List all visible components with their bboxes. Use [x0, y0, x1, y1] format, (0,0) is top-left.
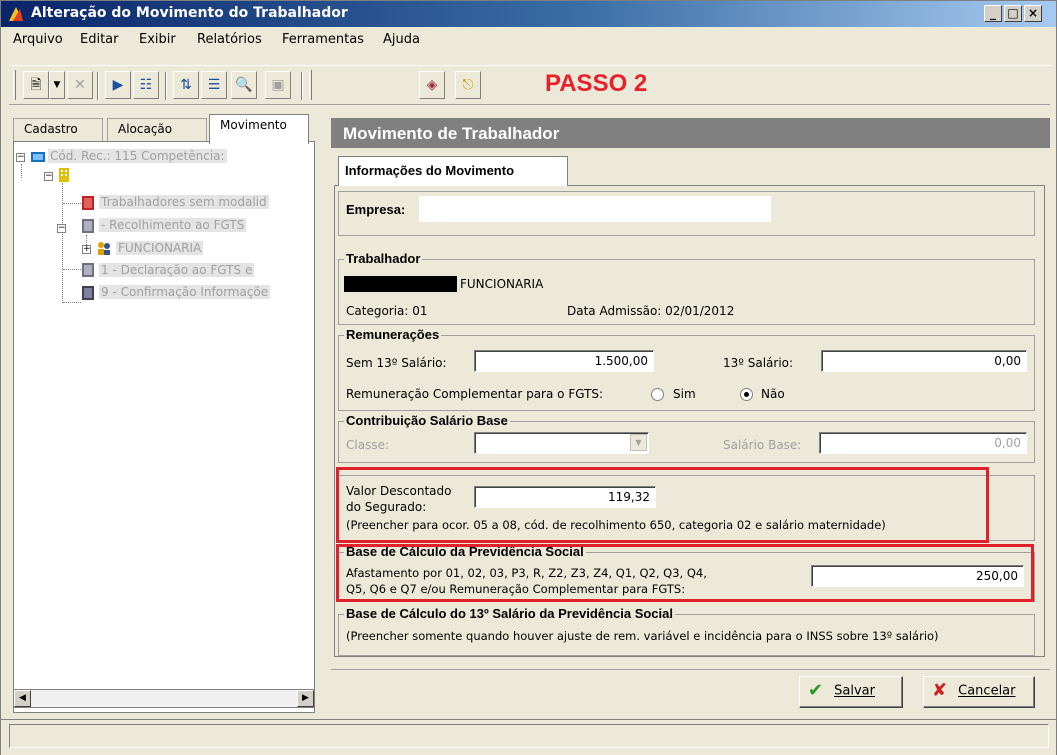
base-13-title: Base de Cálculo do 13º Salário da Previd… [344, 606, 675, 621]
save-button[interactable]: ✔ Salvar [799, 676, 903, 708]
tree-view[interactable]: − Cód. Rec.: 115 Competência: − Trabalha… [13, 141, 315, 713]
database-icon [31, 152, 45, 162]
sim-label: Sim [673, 387, 696, 401]
close-button[interactable]: × [1024, 5, 1042, 22]
trabalhador-name: FUNCIONARIA [460, 277, 544, 291]
empresa-field[interactable] [419, 196, 771, 222]
tab-movimento[interactable]: Movimento [209, 114, 309, 144]
maximize-button[interactable]: □ [1004, 5, 1022, 22]
tab-alocacao[interactable]: Alocação [107, 118, 207, 142]
toolbar-grip [309, 70, 312, 100]
book-red-icon [82, 196, 94, 210]
tree-view-icon[interactable]: ☷ [133, 71, 159, 99]
remuneracoes-title: Remunerações [344, 327, 442, 342]
collapse-icon[interactable]: − [44, 172, 53, 181]
collapse-icon[interactable]: − [16, 153, 25, 162]
window-title: Alteração do Movimento do Trabalhador [31, 5, 348, 21]
scroll-right-icon[interactable]: ▶ [297, 690, 314, 707]
delete-icon[interactable]: ✕ [67, 71, 93, 99]
list-icon[interactable]: ☰ [201, 71, 227, 99]
cancel-label: Cancelar [958, 683, 1016, 699]
salario-13-label: 13º Salário: [723, 356, 794, 370]
menu-relatorios[interactable]: Relatórios [197, 32, 262, 47]
check-icon: ✔ [808, 680, 824, 701]
minimize-button[interactable]: _ [984, 5, 1002, 22]
tab-informacoes-movimento[interactable]: Informações do Movimento [338, 156, 568, 186]
panel-header: Movimento de Trabalhador [331, 118, 1050, 148]
expand-icon[interactable]: ▶ [105, 71, 131, 99]
menu-exibir[interactable]: Exibir [139, 32, 176, 47]
expand-icon[interactable]: + [82, 245, 91, 254]
tree-connector [63, 269, 81, 270]
tab-cadastro[interactable]: Cadastro [13, 118, 103, 142]
tree-node-sem-modalidade[interactable]: Trabalhadores sem modalid [99, 195, 269, 209]
classe-select[interactable]: ▼ [474, 432, 649, 454]
cancel-x-icon: ✘ [932, 680, 948, 701]
empresa-label: Empresa: [346, 202, 406, 217]
menu-ferramentas[interactable]: Ferramentas [282, 32, 364, 47]
tree-node-recolhimento[interactable]: - Recolhimento ao FGTS [99, 218, 247, 232]
new-document-icon[interactable]: 🗎 [23, 71, 49, 99]
base-13-note: (Preencher somente quando houver ajuste … [346, 629, 939, 643]
building-icon [59, 168, 69, 182]
title-bar[interactable]: Alteração do Movimento do Trabalhador _ … [1, 1, 1056, 27]
app-icon [9, 7, 23, 21]
tree-node-confirmacao[interactable]: 9 - Confirmação Informaçõe [99, 285, 271, 299]
menu-ajuda[interactable]: Ajuda [383, 32, 420, 47]
sort-icon[interactable]: ⇅ [173, 71, 199, 99]
book-dark-icon [82, 286, 94, 300]
menu-editar[interactable]: Editar [80, 32, 119, 47]
nao-label: Não [761, 387, 785, 401]
data-admissao-label: Data Admissão: 02/01/2012 [567, 304, 735, 318]
cube-icon[interactable]: ▣ [265, 71, 291, 99]
trabalhador-title: Trabalhador [344, 251, 423, 266]
scroll-left-icon[interactable]: ◀ [14, 690, 31, 707]
redacted-name-bar [344, 276, 457, 292]
tree-connector [63, 203, 81, 204]
toolbar-grip [13, 70, 16, 100]
salario-base-label: Salário Base: [723, 438, 802, 452]
sim-radio[interactable] [651, 388, 664, 401]
highlight-box [336, 544, 1034, 602]
book-gray-icon [82, 263, 94, 277]
contribuicao-title: Contribuição Salário Base [344, 413, 510, 428]
toolbar-separator [165, 72, 167, 100]
collapse-icon[interactable]: − [57, 224, 66, 233]
tree-connector [21, 164, 22, 178]
binoculars-icon[interactable]: 🔍 [231, 71, 257, 99]
exit-icon[interactable]: ⎋ [455, 71, 481, 99]
tree-connector [62, 183, 63, 303]
toolbar-separator [97, 72, 99, 100]
book-gray-icon [82, 219, 94, 233]
step-annotation: PASSO 2 [545, 70, 648, 97]
dropdown-arrow-icon[interactable]: ▼ [49, 71, 65, 99]
tree-node-declaracao[interactable]: 1 - Declaração ao FGTS e [99, 263, 255, 277]
menu-bar: Arquivo Editar Exibir Relatórios Ferrame… [1, 27, 1056, 53]
toolbar: 🗎 ▼ ✕ ▶ ☷ ⇅ ☰ 🔍 ▣ ◈ ⎋ PASSO 2 [9, 65, 1050, 105]
people-icon [98, 242, 110, 255]
cancel-button[interactable]: ✘ Cancelar [923, 676, 1035, 708]
tree-connector [63, 302, 81, 303]
categoria-label: Categoria: 01 [346, 304, 428, 318]
menu-arquivo[interactable]: Arquivo [13, 32, 63, 47]
salario-13-field[interactable]: 0,00 [821, 350, 1027, 372]
nao-radio[interactable] [740, 388, 753, 401]
sem-13-label: Sem 13º Salário: [346, 356, 447, 370]
highlight-box [336, 467, 989, 543]
toolbar-separator [301, 72, 303, 100]
tree-node-root[interactable]: Cód. Rec.: 115 Competência: [48, 149, 227, 163]
tree-node-funcionaria[interactable]: FUNCIONARIA [116, 241, 204, 255]
salario-base-field[interactable]: 0,00 [819, 432, 1027, 454]
status-panel [9, 724, 1049, 748]
status-bar [1, 719, 1056, 755]
classe-label: Classe: [346, 438, 389, 452]
app-window: Alteração do Movimento do Trabalhador _ … [0, 0, 1057, 755]
sem-13-field[interactable]: 1.500,00 [474, 350, 654, 372]
button-bar: ✔ Salvar ✘ Cancelar [331, 669, 1050, 713]
eraser-icon[interactable]: ◈ [419, 71, 445, 99]
complementar-label: Remuneração Complementar para o FGTS: [346, 387, 604, 401]
dropdown-arrow-icon[interactable]: ▼ [630, 434, 647, 451]
horizontal-scrollbar[interactable]: ◀ ▶ [13, 689, 315, 708]
save-label: Salvar [834, 683, 875, 699]
